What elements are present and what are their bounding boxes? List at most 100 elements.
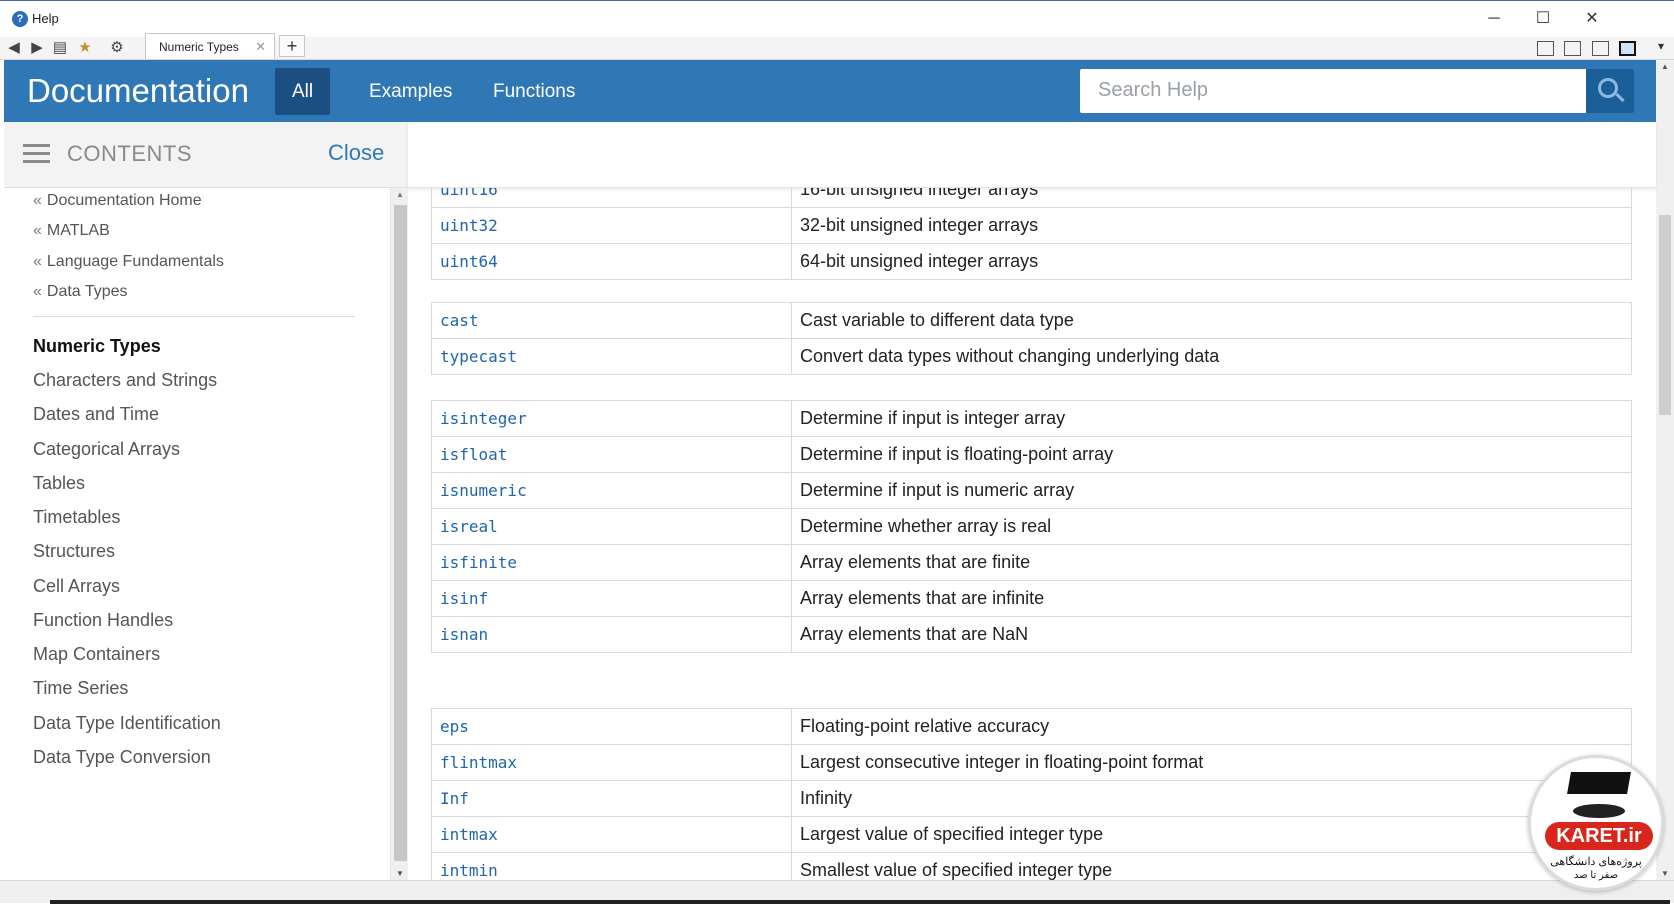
function-link[interactable]: isfloat [431, 436, 792, 473]
contents-label: CONTENTS [67, 141, 192, 166]
function-description: Smallest value of specified integer type [791, 852, 1632, 880]
help-app-icon: ? [12, 11, 28, 27]
page-scrollbar-thumb[interactable] [1659, 215, 1671, 415]
table-row: isinteger Determine if input is integer a… [431, 400, 1632, 437]
function-link[interactable]: eps [431, 708, 792, 745]
integer-types-table: uint16 16-bit unsigned integer arrays uin… [431, 188, 1632, 280]
table-row: uint16 16-bit unsigned integer arrays [431, 188, 1632, 208]
function-link[interactable]: uint32 [431, 207, 792, 244]
function-description: Determine whether array is real [791, 508, 1632, 545]
print-icon[interactable]: ▤ [50, 39, 70, 57]
function-link[interactable]: uint16 [431, 188, 792, 208]
search-button[interactable] [1586, 69, 1634, 113]
table-row: isnan Array elements that are NaN [431, 616, 1632, 653]
function-link[interactable]: isnumeric [431, 472, 792, 509]
function-description: Array elements that are NaN [791, 616, 1632, 653]
nav-item-tables[interactable]: Tables [33, 473, 85, 494]
nav-item-time-series[interactable]: Time Series [33, 678, 128, 699]
window-title: Help [32, 11, 59, 26]
layout-rows-icon[interactable] [1591, 41, 1609, 57]
window-title-bar: ? Help ─ ☐ ✕ [0, 0, 1674, 37]
breadcrumb-language-fundamentals[interactable]: «Language Fundamentals [33, 253, 224, 271]
layout-toggle-group [1531, 40, 1636, 58]
close-window-button[interactable]: ✕ [1578, 7, 1606, 31]
forward-arrow-icon[interactable]: ▶ [27, 39, 47, 57]
minimize-button[interactable]: ─ [1480, 7, 1508, 31]
search-input[interactable]: Search Help [1080, 69, 1586, 113]
function-link[interactable]: intmin [431, 852, 792, 880]
table-row: cast Cast variable to different data type [431, 302, 1632, 339]
contents-navigation: «Documentation Home «MATLAB «Language Fu… [4, 188, 390, 880]
function-description: 16-bit unsigned integer arrays [791, 188, 1632, 208]
function-link[interactable]: Inf [431, 780, 792, 817]
contents-close-link[interactable]: Close [328, 140, 384, 166]
layout-columns-icon[interactable] [1564, 41, 1582, 57]
new-tab-button[interactable]: + [279, 35, 305, 57]
layout-grid-icon[interactable] [1536, 41, 1554, 57]
nav-item-structures[interactable]: Structures [33, 541, 115, 562]
scroll-up-icon[interactable]: ▲ [396, 190, 404, 199]
status-bar [0, 880, 1674, 904]
function-link[interactable]: typecast [431, 338, 792, 375]
page-scrollbar[interactable]: ▲ ▼ [1656, 60, 1674, 880]
function-link[interactable]: isnan [431, 616, 792, 653]
function-link[interactable]: isfinite [431, 544, 792, 581]
settings-gear-icon[interactable]: ⚙ [107, 39, 127, 57]
mustache-icon [1573, 804, 1625, 818]
scroll-down-icon[interactable]: ▼ [1661, 869, 1669, 878]
function-description: Floating-point relative accuracy [791, 708, 1632, 745]
layout-single-icon[interactable] [1619, 41, 1636, 57]
nav-examples[interactable]: Examples [352, 68, 469, 115]
nav-item-categorical-arrays[interactable]: Categorical Arrays [33, 439, 180, 460]
function-link[interactable]: isinteger [431, 400, 792, 437]
table-row: flintmax Largest consecutive integer in f… [431, 744, 1632, 781]
breadcrumb-data-types[interactable]: «Data Types [33, 283, 128, 301]
function-description: Determine if input is numeric array [791, 472, 1632, 509]
maximize-button[interactable]: ☐ [1529, 7, 1557, 31]
nav-functions[interactable]: Functions [476, 68, 592, 115]
tab-close-icon[interactable]: ✕ [255, 39, 266, 55]
nav-item-function-handles[interactable]: Function Handles [33, 610, 173, 631]
nav-item-dates-and-time[interactable]: Dates and Time [33, 404, 159, 425]
function-link[interactable]: uint64 [431, 243, 792, 280]
nav-item-characters-and-strings[interactable]: Characters and Strings [33, 370, 217, 391]
contents-scrollbar-thumb[interactable] [394, 205, 407, 861]
contents-scrollbar[interactable]: ▲ ▼ [390, 188, 408, 880]
table-row: isfloat Determine if input is floating-po… [431, 436, 1632, 473]
favorites-star-icon[interactable]: ★ [75, 39, 95, 57]
chevron-down-icon[interactable]: ▾ [1658, 39, 1664, 53]
nav-item-numeric-types[interactable]: Numeric Types [33, 336, 161, 357]
nav-divider [33, 316, 355, 317]
table-row: isfinite Array elements that are finite [431, 544, 1632, 581]
function-description: Largest consecutive integer in floating-… [791, 744, 1632, 781]
function-link[interactable]: isreal [431, 508, 792, 545]
hamburger-menu-icon[interactable] [23, 144, 50, 164]
karet-watermark-logo: KARET.ir پروژه‌های دانشگاهی صفر تا صد [1528, 755, 1664, 891]
nav-all[interactable]: All [275, 68, 331, 115]
table-row: isinf Array elements that are infinite [431, 580, 1632, 617]
function-link[interactable]: intmax [431, 816, 792, 853]
nav-item-data-type-identification[interactable]: Data Type Identification [33, 713, 221, 734]
watermark-tagline-2: صفر تا صد [1573, 870, 1619, 881]
function-description: Array elements that are infinite [791, 580, 1632, 617]
function-description: Convert data types without changing unde… [791, 338, 1632, 375]
nav-item-data-type-conversion[interactable]: Data Type Conversion [33, 747, 211, 768]
watermark-name: KARET.ir [1545, 822, 1653, 850]
breadcrumb-matlab[interactable]: «MATLAB [33, 222, 110, 240]
function-description: Array elements that are finite [791, 544, 1632, 581]
function-link[interactable]: flintmax [431, 744, 792, 781]
documentation-brand[interactable]: Documentation [27, 72, 249, 110]
back-arrow-icon[interactable]: ◀ [4, 39, 24, 57]
table-row: intmax Largest value of specified integer… [431, 816, 1632, 853]
scroll-down-icon[interactable]: ▼ [396, 869, 404, 878]
function-link[interactable]: cast [431, 302, 792, 339]
function-description: Largest value of specified integer type [791, 816, 1632, 853]
function-link[interactable]: isinf [431, 580, 792, 617]
table-row: uint64 64-bit unsigned integer arrays [431, 243, 1632, 280]
breadcrumb-documentation-home[interactable]: «Documentation Home [33, 192, 202, 210]
tab-numeric-types[interactable]: Numeric Types ✕ [145, 33, 275, 59]
nav-item-cell-arrays[interactable]: Cell Arrays [33, 576, 120, 597]
nav-item-map-containers[interactable]: Map Containers [33, 644, 160, 665]
scroll-up-icon[interactable]: ▲ [1661, 62, 1669, 71]
nav-item-timetables[interactable]: Timetables [33, 507, 120, 528]
